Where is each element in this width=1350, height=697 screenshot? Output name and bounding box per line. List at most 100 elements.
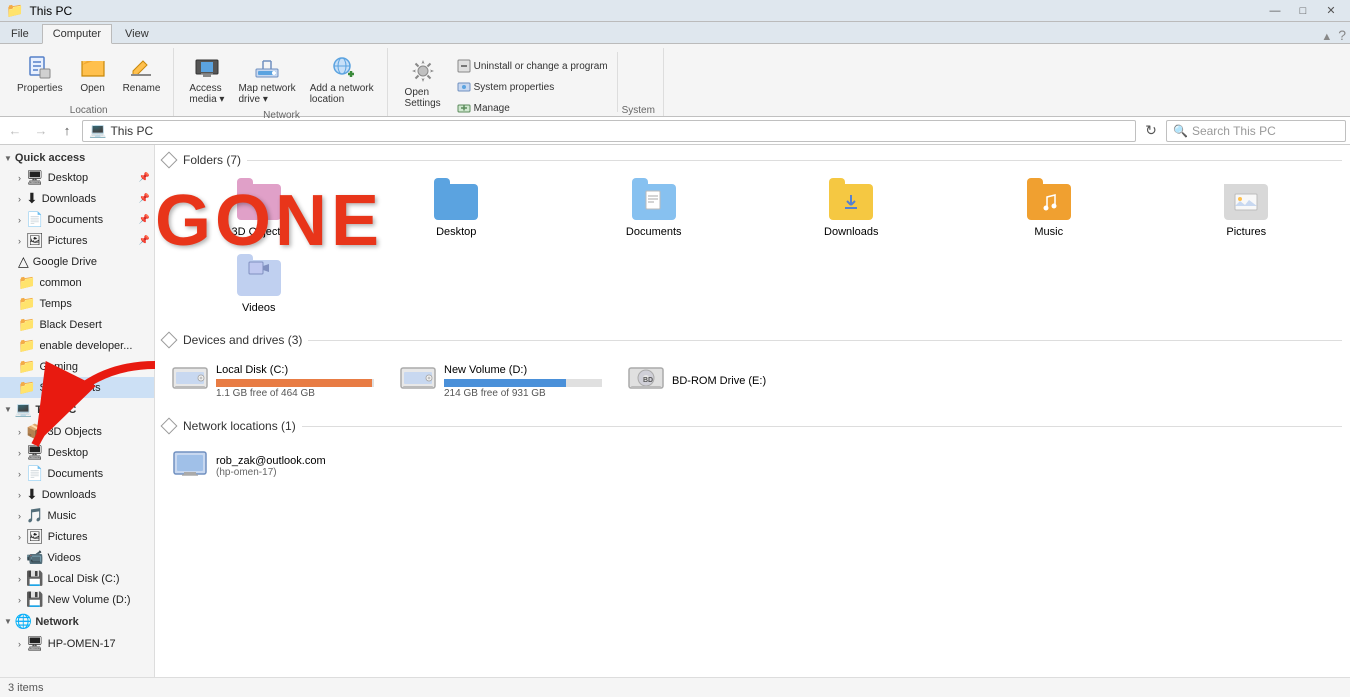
sidebar-item-pictures[interactable]: › 🖼 Pictures 📌 bbox=[0, 230, 154, 251]
open-label: Open bbox=[80, 83, 104, 94]
network-item-info: rob_zak@outlook.com (hp-omen-17) bbox=[216, 455, 326, 478]
sidebar-item-downloads[interactable]: › ⬇ Downloads 📌 bbox=[0, 188, 154, 209]
sidebar-item-hp-omen-17[interactable]: › 🖥 HP-OMEN-17 bbox=[0, 633, 154, 654]
drive-item-e[interactable]: BD BD-ROM Drive (E:) bbox=[619, 355, 839, 407]
folder-item-documents[interactable]: Documents bbox=[558, 175, 750, 245]
folder-item-downloads[interactable]: Downloads bbox=[756, 175, 948, 245]
drive-c-info: Local Disk (C:) 1.1 GB free of 464 GB bbox=[216, 364, 374, 399]
network-header[interactable]: ▼ 🌐 Network bbox=[0, 610, 154, 633]
ribbon-group-location: Properties Open Rename Location bbox=[4, 48, 174, 116]
sidebar-item-common[interactable]: 📁 common bbox=[0, 272, 154, 293]
search-box[interactable]: 🔍 Search This PC bbox=[1166, 120, 1346, 142]
forward-button[interactable]: → bbox=[30, 120, 52, 142]
drive-item-c[interactable]: Local Disk (C:) 1.1 GB free of 464 GB bbox=[163, 355, 383, 407]
thispc-music-arrow: › bbox=[18, 511, 21, 521]
help-icon[interactable]: ? bbox=[1338, 27, 1346, 43]
sidebar-item-gaming[interactable]: 📁 Gaming bbox=[0, 356, 154, 377]
add-network-location-icon bbox=[326, 51, 358, 83]
this-pc-header[interactable]: ▼ 💻 This PC bbox=[0, 398, 154, 421]
blackdesert-icon: 📁 bbox=[18, 316, 35, 333]
sidebar-item-downloads-arrow: › bbox=[18, 194, 21, 204]
sidebar-item-hp-omen-17-label: HP-OMEN-17 bbox=[48, 638, 116, 650]
sidebar-item-thispc-videos[interactable]: › 📹 Videos bbox=[0, 547, 154, 568]
thispc-pictures-arrow: › bbox=[18, 532, 21, 542]
ribbon-group-network: Accessmedia ▾ Map networkdrive ▾ Add a n… bbox=[176, 48, 387, 116]
sidebar-item-local-disk-c[interactable]: › 💾 Local Disk (C:) bbox=[0, 568, 154, 589]
network-item-name: rob_zak@outlook.com bbox=[216, 455, 326, 467]
folder-item-pictures[interactable]: Pictures bbox=[1151, 175, 1343, 245]
sidebar-item-thispc-documents[interactable]: › 📄 Documents bbox=[0, 463, 154, 484]
rename-button[interactable]: Rename bbox=[118, 48, 166, 97]
access-media-button[interactable]: Accessmedia ▾ bbox=[184, 48, 229, 108]
quick-access-header[interactable]: ▼ Quick access bbox=[0, 149, 154, 167]
sidebar-item-desktop[interactable]: › 🖥 Desktop 📌 bbox=[0, 167, 154, 188]
folder-music-icon bbox=[1025, 182, 1073, 222]
sidebar: ▼ Quick access › 🖥 Desktop 📌 › ⬇ Downloa… bbox=[0, 145, 155, 677]
folders-section-header[interactable]: Folders (7) bbox=[163, 153, 1342, 167]
folders-section-label: Folders (7) bbox=[183, 153, 241, 167]
tab-view[interactable]: View bbox=[114, 24, 160, 43]
system-properties-button[interactable]: System properties bbox=[452, 77, 613, 97]
back-button[interactable]: ← bbox=[4, 120, 26, 142]
sidebar-item-screenshots[interactable]: 📁 Screenshots bbox=[0, 377, 154, 398]
pictures-icon: 🖼 bbox=[26, 232, 44, 249]
properties-button[interactable]: Properties bbox=[12, 48, 68, 97]
network-section-header[interactable]: Network locations (1) bbox=[163, 419, 1342, 433]
tab-computer[interactable]: Computer bbox=[42, 24, 112, 44]
folder-pictures-icon bbox=[1222, 182, 1270, 222]
sidebar-item-thispc-desktop[interactable]: › 🖥 Desktop bbox=[0, 442, 154, 463]
tab-file[interactable]: File bbox=[0, 24, 40, 43]
sidebar-item-temps[interactable]: 📁 Temps bbox=[0, 293, 154, 314]
map-network-drive-button[interactable]: Map networkdrive ▾ bbox=[233, 48, 300, 108]
sidebar-item-common-label: common bbox=[39, 277, 81, 289]
drive-item-d[interactable]: New Volume (D:) 214 GB free of 931 GB bbox=[391, 355, 611, 407]
sidebar-item-documents-arrow: › bbox=[18, 215, 21, 225]
minimize-button[interactable]: — bbox=[1262, 1, 1288, 21]
sidebar-item-googledrive[interactable]: △ Google Drive bbox=[0, 251, 154, 272]
uninstall-button[interactable]: Uninstall or change a program bbox=[452, 56, 613, 76]
sidebar-item-3dobjects[interactable]: › 📦 3D Objects bbox=[0, 421, 154, 442]
close-button[interactable]: ✕ bbox=[1318, 1, 1344, 21]
open-settings-button[interactable]: OpenSettings bbox=[398, 52, 448, 112]
sidebar-item-enabledev[interactable]: 📁 enable developer... bbox=[0, 335, 154, 356]
downloads-icon: ⬇ bbox=[26, 190, 38, 207]
ribbon-group-system: OpenSettings Uninstall or change a progr… bbox=[390, 48, 664, 116]
sidebar-item-thispc-pictures[interactable]: › 🖼 Pictures bbox=[0, 526, 154, 547]
folder-videos-label: Videos bbox=[242, 302, 275, 314]
ribbon-collapse[interactable]: ▲ bbox=[1321, 31, 1332, 43]
devices-section-label: Devices and drives (3) bbox=[183, 333, 302, 347]
quick-access-chevron: ▼ bbox=[4, 154, 12, 163]
thispc-downloads-arrow: › bbox=[18, 490, 21, 500]
drive-d-bar bbox=[444, 379, 566, 387]
sidebar-item-screenshots-label: Screenshots bbox=[39, 382, 100, 394]
folder-item-desktop[interactable]: Desktop bbox=[361, 175, 553, 245]
sidebar-item-blackdesert[interactable]: 📁 Black Desert bbox=[0, 314, 154, 335]
sidebar-item-new-volume-d[interactable]: › 💾 New Volume (D:) bbox=[0, 589, 154, 610]
path-text: This PC bbox=[110, 124, 153, 138]
manage-button[interactable]: Manage bbox=[452, 98, 613, 118]
sidebar-item-thispc-music[interactable]: › 🎵 Music bbox=[0, 505, 154, 526]
folder-3d-objects-label: 3D Objects bbox=[232, 226, 286, 238]
sidebar-item-thispc-downloads[interactable]: › ⬇ Downloads bbox=[0, 484, 154, 505]
folder-item-music[interactable]: Music bbox=[953, 175, 1145, 245]
add-network-location-button[interactable]: Add a networklocation bbox=[305, 48, 379, 108]
maximize-button[interactable]: □ bbox=[1290, 1, 1316, 21]
address-path[interactable]: 💻 This PC bbox=[82, 120, 1136, 142]
sidebar-item-documents[interactable]: › 📄 Documents 📌 bbox=[0, 209, 154, 230]
open-button[interactable]: Open bbox=[72, 48, 114, 97]
title-bar-label: This PC bbox=[29, 4, 72, 18]
sidebar-item-desktop-label: Desktop bbox=[48, 172, 88, 184]
new-volume-d-arrow: › bbox=[18, 595, 21, 605]
network-item-rob-zak[interactable]: rob_zak@outlook.com (hp-omen-17) bbox=[163, 441, 1342, 492]
thispc-desktop-arrow: › bbox=[18, 448, 21, 458]
up-button[interactable]: ↑ bbox=[56, 120, 78, 142]
temps-icon: 📁 bbox=[18, 295, 35, 312]
folder-item-3d-objects[interactable]: 3D Objects bbox=[163, 175, 355, 245]
devices-section-header[interactable]: Devices and drives (3) bbox=[163, 333, 1342, 347]
refresh-button[interactable]: ↻ bbox=[1140, 120, 1162, 142]
sidebar-item-downloads-label: Downloads bbox=[42, 193, 96, 205]
folder-item-videos[interactable]: Videos bbox=[163, 251, 355, 321]
sidebar-item-temps-label: Temps bbox=[39, 298, 71, 310]
app-icon: 📁 bbox=[6, 2, 23, 19]
status-item-count: 3 items bbox=[8, 682, 43, 694]
